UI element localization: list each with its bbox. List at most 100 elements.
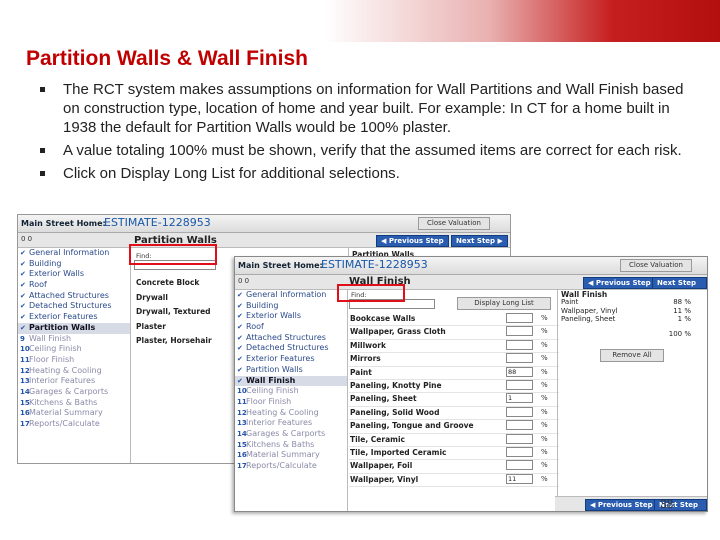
nav-item-label: Kitchens & Baths [246,439,315,449]
percent-input[interactable]: 1 [506,393,533,404]
bullet-text: The RCT system makes assumptions on info… [63,81,684,136]
nav-item[interactable]: 12Heating & Cooling [18,366,130,377]
nav-item[interactable]: ✔ Detached Structures [18,301,130,312]
nav-item[interactable]: 14Garages & Carports [18,387,130,398]
list-item[interactable]: Drywall, Textured [136,307,211,316]
nav-item[interactable]: ✔ Exterior Walls [235,311,347,322]
nav-item[interactable]: 10Ceiling Finish [18,344,130,355]
nav-item[interactable]: ✔ Building [235,301,347,312]
percent-input[interactable] [506,313,533,323]
percent-input[interactable] [506,433,533,444]
nav-item[interactable]: 13Interior Features [18,376,130,387]
percent-input[interactable]: 11 [506,473,533,484]
display-long-list-button[interactable]: Display Long List [457,297,551,310]
divider [557,290,558,511]
row-label: Tile, Ceramic [350,434,405,444]
percent-input[interactable] [506,326,533,337]
nav-item[interactable]: ✔ Attached Structures [235,333,347,344]
nav-item-label: Heating & Cooling [29,365,102,375]
step-number: 16 [237,451,247,460]
estimate-id: ESTIMATE-1228953 [104,216,211,229]
nav-item[interactable]: 15Kitchens & Baths [235,440,347,451]
list-item[interactable]: Drywall [136,293,168,302]
close-valuation-button[interactable]: Close Valuation [620,259,692,272]
step-number: 10 [237,387,247,396]
check-icon: ✔ [237,376,243,385]
nav-item[interactable]: 13Interior Features [235,418,347,429]
table-row: Wallpaper, Grass Cloth% [349,325,559,340]
remove-all-button[interactable]: Remove All [600,349,664,362]
nav-item-label: Attached Structures [29,290,109,300]
percent-input[interactable] [506,406,533,417]
nav-item[interactable]: ✔ Exterior Features [18,312,130,323]
nav-item[interactable]: 9 Wall Finish [18,334,130,345]
bullet-item: The RCT system makes assumptions on info… [40,80,685,137]
find-highlight-box [129,244,217,265]
nav-item[interactable]: ✔ Attached Structures [18,291,130,302]
previous-step-button[interactable]: ◀ Previous Step [585,499,658,511]
bullet-square-icon [40,148,45,153]
bullet-item: A value totaling 100% must be shown, ver… [40,141,685,160]
nav-item-label: Exterior Features [246,354,315,364]
nav-item[interactable]: 12Heating & Cooling [235,408,347,419]
slide-top-band [0,0,720,42]
nav-item[interactable]: 17Reports/Calculate [235,461,347,472]
percent-sign: % [541,340,548,349]
nav-item[interactable]: ✔ Exterior Features [235,354,347,365]
percent-input[interactable] [506,380,533,390]
nav-item[interactable]: ✔ Roof [235,322,347,333]
nav-item-label: Wall Finish [29,333,72,343]
find-highlight-box [337,284,405,302]
nav-item[interactable]: 15Kitchens & Baths [18,398,130,409]
nav-item[interactable]: ✔ Partition Walls [235,365,347,376]
nav-item[interactable]: ✔ Building [18,259,130,270]
nav-item[interactable]: 11Floor Finish [18,355,130,366]
previous-step-button[interactable]: ◀ Previous Step [376,235,449,247]
nav-item[interactable]: 16Material Summary [18,408,130,419]
nav-item[interactable]: ✔ Detached Structures [235,343,347,354]
next-step-button[interactable]: Next Step ▶ [652,277,707,297]
page-number: 38 [660,497,674,511]
percent-sign: % [541,474,548,483]
nav-item[interactable]: ✔ Wall Finish [235,375,347,387]
percent-input[interactable] [506,447,533,457]
percent-input[interactable]: 88 [506,366,533,377]
percent-input[interactable] [506,339,533,350]
nav-item[interactable]: ✔ General Information [18,248,130,259]
step-number: 17 [237,462,247,470]
nav-item[interactable]: ✔ Roof [18,280,130,291]
check-icon: ✔ [20,323,26,332]
percent-sign: % [541,434,548,443]
screenshot-wall-finish: Main Street Home: ESTIMATE-1228953 Close… [234,256,708,512]
nav-item[interactable]: 17Reports/Calculate [18,419,130,430]
step-number: 16 [20,409,30,418]
check-icon: ✔ [237,344,243,353]
percent-sign: % [541,421,548,430]
nav-item-label: Ceiling Finish [29,344,82,354]
list-item[interactable]: Concrete Block [136,278,199,287]
row-label: Paneling, Tongue and Groove [350,421,474,431]
next-step-button[interactable]: Next Step ▶ [451,235,508,247]
app-header: Main Street Home: ESTIMATE-1228953 Close… [18,215,510,233]
check-icon: ✔ [20,259,26,268]
list-item[interactable]: Plaster, Horsehair [136,336,212,345]
percent-sign: % [541,327,548,336]
summary-item-label: Paint [561,298,579,306]
row-label: Wallpaper, Grass Cloth [350,327,446,337]
nav-item[interactable]: 10Ceiling Finish [235,386,347,397]
nav-item[interactable]: ✔ Partition Walls [18,322,130,334]
previous-step-button[interactable]: ◀ Previous Step [583,277,656,289]
table-row: Wallpaper, Vinyl 11% [349,473,559,488]
nav-item[interactable]: ✔ General Information [235,290,347,301]
nav-item[interactable]: 11Floor Finish [235,397,347,408]
nav-item[interactable]: ✔ Exterior Walls [18,269,130,280]
close-valuation-button[interactable]: Close Valuation [418,217,490,230]
nav-item[interactable]: 14Garages & Carports [235,429,347,440]
percent-input[interactable] [506,420,533,431]
list-item[interactable]: Plaster [136,322,166,331]
percent-input[interactable] [506,460,533,471]
table-row: Paneling, Tongue and Groove% [349,419,559,434]
nav-item-label: Roof [246,322,264,332]
nav-item[interactable]: 16Material Summary [235,450,347,461]
percent-input[interactable] [506,353,533,364]
